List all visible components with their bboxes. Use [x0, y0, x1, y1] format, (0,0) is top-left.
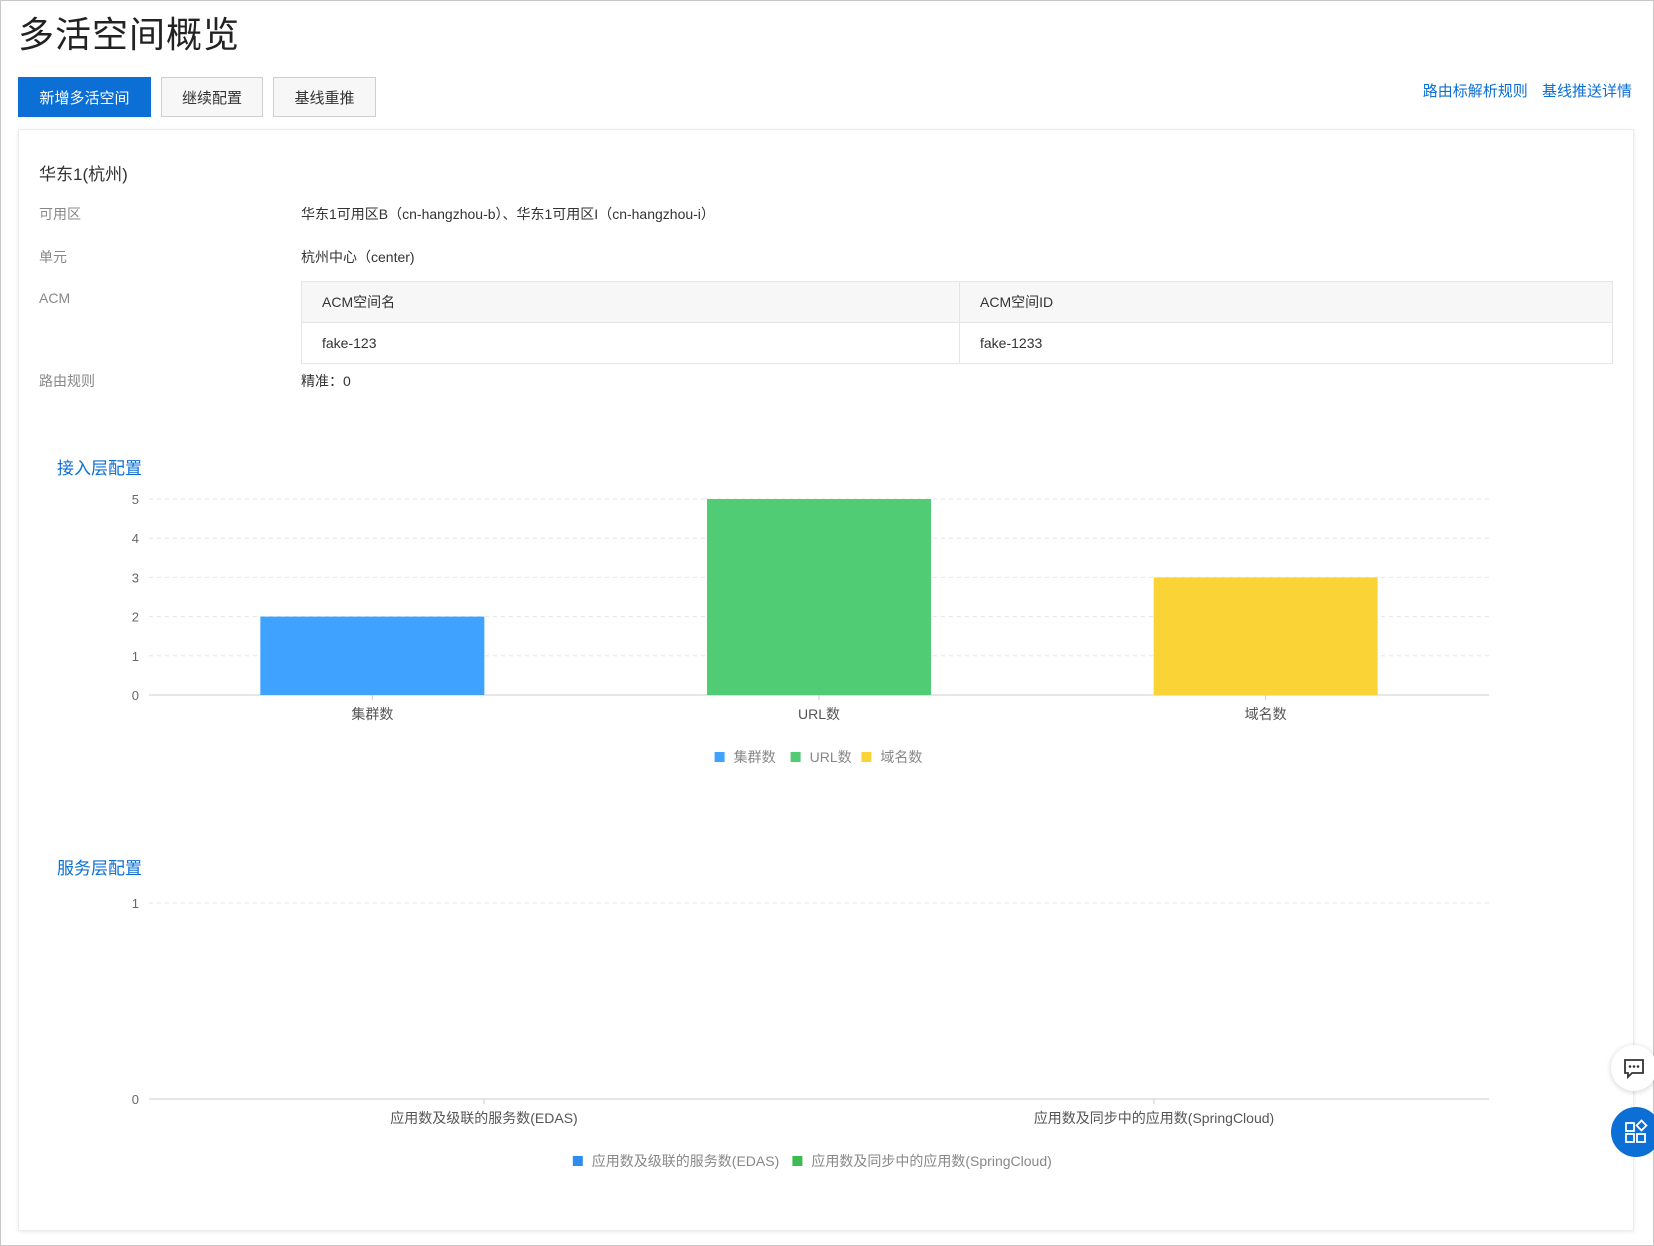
table-header-cell: ACM空间名 [301, 281, 960, 323]
apps-icon [1625, 1119, 1648, 1143]
bar [260, 616, 485, 695]
top-links: 路由标解析规则 基线推送详情 [1413, 80, 1632, 101]
y-tick-label: 0 [132, 1092, 139, 1107]
x-tick-label: 域名数 [1245, 706, 1287, 722]
y-tick-label: 1 [132, 896, 139, 911]
acm-table: ACM空间名 ACM空间ID fake-123 fake-1233 [301, 281, 1613, 364]
chat-icon [1624, 1059, 1644, 1080]
region-title: 华东1(杭州) [39, 165, 128, 184]
baseline-repush-button[interactable]: 基线重推 [273, 77, 376, 117]
x-tick-label: URL数 [798, 706, 840, 722]
service-layer-chart: 0 1 应用数及级联的服务数(EDAS) 应用数及同步中的应用数(SpringClou… [132, 896, 1489, 1169]
baseline-details-link[interactable]: 基线推送详情 [1542, 83, 1632, 100]
add-space-button[interactable]: 新增多活空间 [18, 77, 151, 117]
y-tick-label: 4 [132, 531, 139, 546]
bar [707, 499, 931, 695]
y-tick-label: 5 [132, 492, 139, 507]
az-value: 华东1可用区B（cn-hangzhou-b）、华东1可用区I（cn-hangzh… [301, 206, 715, 222]
apps-button[interactable] [1611, 1107, 1654, 1157]
table-header-cell: ACM空间ID [959, 281, 1613, 323]
x-tick-label: 集群数 [351, 706, 393, 722]
acm-label: ACM [39, 290, 71, 306]
routing-rules-link[interactable]: 路由标解析规则 [1423, 83, 1528, 100]
unit-value: 杭州中心（center) [301, 249, 415, 265]
bar [1153, 577, 1378, 695]
table-row: fake-123 fake-1233 [301, 322, 1613, 364]
table-cell: fake-123 [301, 322, 960, 364]
region-card: 华东1(杭州) 可用区 华东1可用区B（cn-hangzhou-b）、华东1可用… [18, 129, 1634, 1231]
legend-label: 应用数及级联的服务数(EDAS) [592, 1153, 779, 1169]
legend-label: 集群数 [734, 749, 776, 765]
legend-label: 应用数及同步中的应用数(SpringCloud) [811, 1153, 1051, 1169]
legend-swatch [572, 1156, 583, 1166]
legend-label: URL数 [810, 749, 852, 765]
route-label: 路由规则 [39, 373, 95, 389]
x-tick-label: 应用数及级联的服务数(EDAS) [390, 1110, 577, 1126]
x-tick-label: 应用数及同步中的应用数(SpringCloud) [1034, 1110, 1274, 1126]
chat-button[interactable] [1611, 1045, 1654, 1091]
y-tick-label: 0 [132, 688, 139, 703]
table-header-row: ACM空间名 ACM空间ID [301, 281, 1613, 323]
continue-config-button[interactable]: 继续配置 [161, 77, 263, 117]
legend-swatch [861, 752, 872, 762]
page-title: 多活空间概览 [18, 14, 241, 55]
legend-swatch [790, 752, 801, 762]
route-value: 精准：0 [301, 373, 351, 389]
az-label: 可用区 [39, 206, 81, 222]
legend-swatch [792, 1156, 803, 1166]
y-tick-label: 3 [132, 570, 139, 585]
y-tick-label: 2 [132, 610, 139, 625]
legend-swatch [714, 752, 725, 762]
access-layer-chart: 012345集群数 URL数 域名数集群数 URL数 域名数 [132, 492, 1489, 765]
y-tick-label: 1 [132, 649, 139, 664]
legend-label: 域名数 [880, 749, 922, 765]
unit-label: 单元 [39, 249, 67, 265]
table-cell: fake-1233 [959, 322, 1613, 364]
